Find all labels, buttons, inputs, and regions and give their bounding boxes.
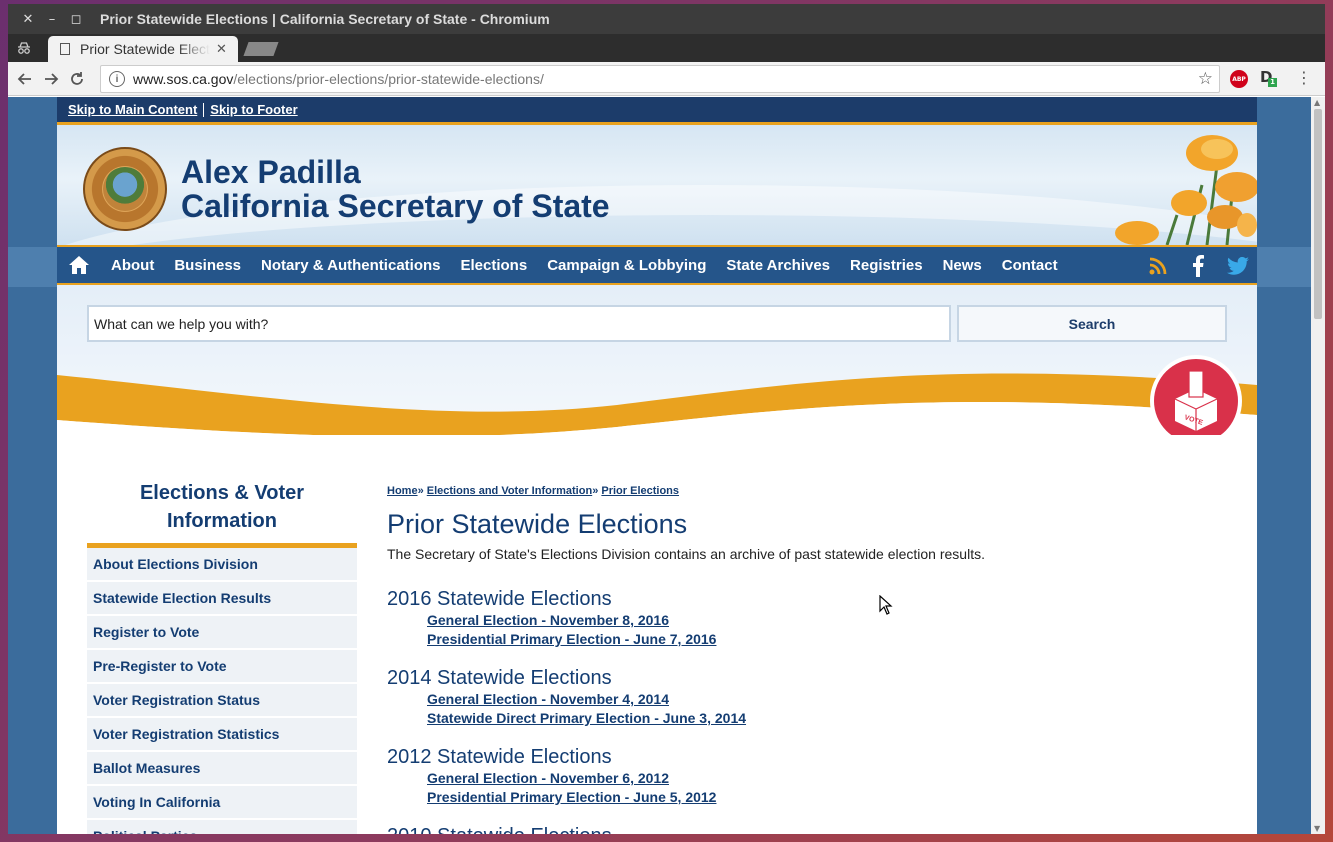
sidebar-item-register[interactable]: Register to Vote	[87, 616, 357, 650]
browser-toolbar: i www.sos.ca.gov/elections/prior-electio…	[8, 62, 1325, 96]
browser-window: ✕ – ◻ Prior Statewide Elections | Califo…	[8, 4, 1325, 834]
page-title: Prior Statewide Elections	[387, 509, 688, 539]
nav-item-business[interactable]: Business	[164, 257, 251, 274]
sidebar-item-voting-in-california[interactable]: Voting In California	[87, 786, 357, 820]
state-seal-logo[interactable]	[83, 147, 167, 231]
skip-to-footer-link[interactable]: Skip to Footer	[204, 102, 303, 117]
nav-item-about[interactable]: About	[101, 257, 164, 274]
sidebar-item-pre-register[interactable]: Pre-Register to Vote	[87, 650, 357, 684]
election-link[interactable]: Statewide Direct Primary Election - June…	[427, 709, 1207, 728]
page-icon	[60, 43, 70, 55]
sidebar-item-statewide-results[interactable]: Statewide Election Results	[87, 582, 357, 616]
election-link[interactable]: Presidential Primary Election - June 5, …	[427, 788, 1207, 807]
site-title-line2: California Secretary of State	[181, 188, 610, 224]
main-content: Home» Elections and Voter Information» P…	[387, 485, 1207, 834]
tab-title: Prior Statewide Elections | California S…	[80, 41, 210, 57]
site-title-line1: Alex Padilla	[181, 154, 361, 190]
nav-item-news[interactable]: News	[933, 257, 992, 274]
intro-text: The Secretary of State's Elections Divis…	[387, 546, 985, 562]
rss-icon[interactable]	[1147, 255, 1169, 277]
nav-item-notary[interactable]: Notary & Authentications	[251, 257, 450, 274]
sidebar-item-registration-statistics[interactable]: Voter Registration Statistics	[87, 718, 357, 752]
nav-item-registries[interactable]: Registries	[840, 257, 933, 274]
tab-strip: Prior Statewide Elections | California S…	[8, 34, 1325, 62]
search-button[interactable]: Search	[957, 305, 1227, 342]
sidebar-item-political-parties[interactable]: Political Parties	[87, 820, 357, 834]
scroll-thumb[interactable]	[1314, 109, 1322, 319]
nav-item-contact[interactable]: Contact	[992, 257, 1068, 274]
main-navigation: About Business Notary & Authentications …	[57, 245, 1257, 285]
skip-links-bar: Skip to Main Content Skip to Footer	[57, 97, 1257, 125]
breadcrumb: Home» Elections and Voter Information» P…	[387, 485, 1207, 497]
nav-item-campaign-lobbying[interactable]: Campaign & Lobbying	[537, 257, 716, 274]
nav-item-elections[interactable]: Elections	[451, 257, 538, 274]
breadcrumb-separator: »	[417, 485, 424, 497]
election-link[interactable]: Presidential Primary Election - June 7, …	[427, 630, 1207, 649]
title-bar: ✕ – ◻ Prior Statewide Elections | Califo…	[8, 4, 1325, 34]
section-heading-2012: 2012 Statewide Elections	[387, 746, 612, 768]
back-arrow-icon[interactable]	[12, 66, 38, 92]
extension-badge: 1	[1268, 78, 1277, 87]
maximize-window-icon[interactable]: ◻	[66, 9, 86, 29]
site-info-icon[interactable]: i	[109, 71, 125, 87]
election-link[interactable]: General Election - November 8, 2016	[427, 611, 1207, 630]
gold-swoosh	[57, 373, 1257, 435]
close-window-icon[interactable]: ✕	[18, 9, 38, 29]
social-links	[1147, 255, 1249, 277]
breadcrumb-prior-elections[interactable]: Prior Elections	[601, 485, 679, 497]
section-heading-2014: 2014 Statewide Elections	[387, 667, 612, 689]
tab-active[interactable]: Prior Statewide Elections | California S…	[48, 36, 238, 62]
page-scrollbar[interactable]: ▲ ▼	[1311, 97, 1325, 834]
seal-center	[103, 167, 147, 211]
extension-d-icon[interactable]: D1	[1260, 68, 1277, 87]
minimize-window-icon[interactable]: –	[42, 9, 62, 29]
url-host: www.sos.ca.gov	[133, 71, 234, 87]
poppies-illustration	[1115, 135, 1257, 245]
window-title: Prior Statewide Elections | California S…	[100, 11, 550, 27]
vote-badge-icon[interactable]: VOTE	[1147, 353, 1245, 435]
forward-arrow-icon[interactable]	[38, 66, 64, 92]
nav-item-state-archives[interactable]: State Archives	[716, 257, 840, 274]
scroll-down-arrow-icon[interactable]: ▼	[1314, 824, 1320, 833]
site-header: Alex Padilla California Secretary of Sta…	[57, 125, 1257, 245]
home-icon[interactable]	[57, 255, 101, 275]
tab-close-icon[interactable]: ✕	[216, 41, 227, 57]
scroll-up-arrow-icon[interactable]: ▲	[1314, 98, 1320, 107]
search-input[interactable]: What can we help you with?	[87, 305, 951, 342]
breadcrumb-separator: »	[592, 485, 599, 497]
twitter-icon[interactable]	[1227, 255, 1249, 277]
facebook-icon[interactable]	[1187, 255, 1209, 277]
new-tab-button[interactable]	[243, 42, 279, 56]
browser-menu-icon[interactable]: ⋮	[1296, 68, 1312, 87]
bookmark-star-icon[interactable]: ☆	[1198, 69, 1213, 89]
adblock-extension-icon[interactable]: ABP	[1230, 70, 1248, 88]
sidebar-title: Elections & Voter Information	[87, 479, 357, 548]
address-bar[interactable]: i www.sos.ca.gov/elections/prior-electio…	[100, 65, 1220, 93]
breadcrumb-elections[interactable]: Elections and Voter Information	[427, 485, 592, 497]
breadcrumb-home[interactable]: Home	[387, 485, 418, 497]
mouse-cursor-icon	[879, 595, 893, 615]
section-heading-2010: 2010 Statewide Elections	[387, 825, 1207, 834]
url-path: /elections/prior-elections/prior-statewi…	[233, 71, 544, 87]
election-link[interactable]: General Election - November 6, 2012	[427, 769, 1207, 788]
search-banner: What can we help you with? Search VOTE	[57, 285, 1257, 435]
page-viewport: Skip to Main Content Skip to Footer Alex…	[8, 97, 1325, 834]
page-container: Skip to Main Content Skip to Footer Alex…	[57, 97, 1257, 834]
election-link[interactable]: General Election - November 4, 2014	[427, 690, 1207, 709]
skip-to-main-link[interactable]: Skip to Main Content	[62, 102, 203, 117]
sidebar-item-about-elections[interactable]: About Elections Division	[87, 548, 357, 582]
incognito-icon	[16, 40, 32, 56]
sidebar-item-ballot-measures[interactable]: Ballot Measures	[87, 752, 357, 786]
sidebar-item-registration-status[interactable]: Voter Registration Status	[87, 684, 357, 718]
section-heading-2016: 2016 Statewide Elections	[387, 588, 612, 610]
sidebar: Elections & Voter Information About Elec…	[87, 479, 357, 834]
site-title[interactable]: Alex Padilla California Secretary of Sta…	[181, 155, 610, 223]
reload-icon[interactable]	[64, 66, 90, 92]
